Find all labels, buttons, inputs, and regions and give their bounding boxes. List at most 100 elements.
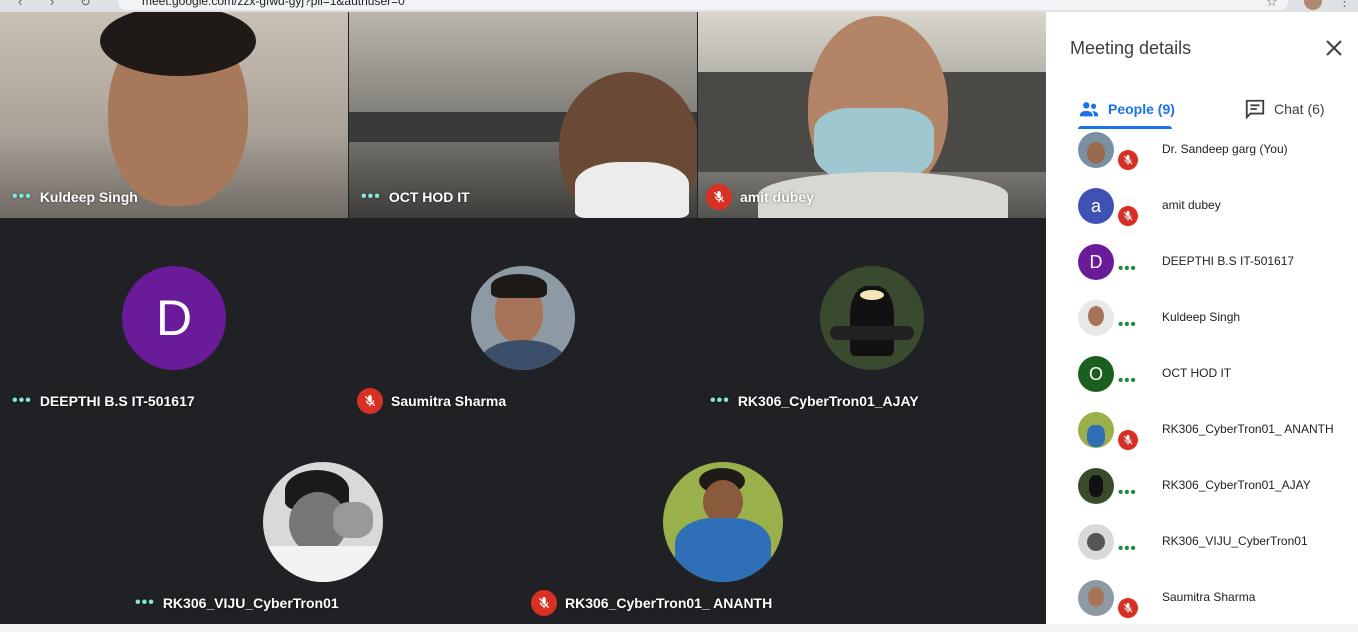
- list-item[interactable]: D ••• DEEPTHI B.S IT-501617: [1046, 244, 1358, 300]
- people-list: Dr. Sandeep garg (You) a amit dubey D ••…: [1046, 130, 1358, 624]
- tile-name-row: RK306_CyberTron01_ ANANTH: [531, 590, 772, 616]
- tab-people-label: People (9): [1108, 101, 1175, 117]
- avatar-initial: D: [1089, 251, 1103, 272]
- avatar-face: [1087, 142, 1105, 164]
- tile-name: DEEPTHI B.S IT-501617: [39, 393, 195, 409]
- audio-level-icon: •••: [1118, 484, 1137, 501]
- participant-name: RK306_CyberTron01_AJAY: [1162, 478, 1311, 492]
- active-tab-indicator: [1078, 126, 1172, 129]
- mic-off-icon: [706, 184, 732, 210]
- avatar-initial: O: [1088, 363, 1103, 384]
- tile-name: Saumitra Sharma: [391, 393, 507, 409]
- bottom-strip: [0, 624, 1358, 632]
- participant-name: Dr. Sandeep garg (You): [1162, 142, 1288, 156]
- avatar-hand: [333, 502, 373, 538]
- panel-title: Meeting details: [1070, 38, 1192, 58]
- participant-avatar: [1078, 468, 1114, 504]
- list-item[interactable]: a amit dubey: [1046, 188, 1358, 244]
- profile-avatar-icon[interactable]: [1304, 0, 1322, 10]
- audio-level-icon: •••: [135, 594, 155, 611]
- avatar-face: [1088, 306, 1104, 326]
- participant-avatar: O: [1078, 356, 1114, 392]
- video-grid: ••• Kuldeep Singh ••• OCT HOD IT amit du…: [0, 12, 1046, 624]
- avatar-shirt: [675, 518, 771, 582]
- tile-name: RK306_CyberTron01_ ANANTH: [565, 595, 773, 611]
- participant-avatar: [1078, 132, 1114, 168]
- participant-tile-viju[interactable]: ••• RK306_VIJU_CyberTron01: [123, 420, 523, 624]
- avatar-shirt: [1087, 425, 1105, 447]
- audio-level-icon: •••: [12, 188, 32, 205]
- close-icon[interactable]: [1322, 36, 1346, 60]
- participant-avatar: a: [1078, 188, 1114, 224]
- participant-tile-amit[interactable]: amit dubey: [698, 12, 1046, 218]
- tile-name-row: ••• RK306_CyberTron01_AJAY: [710, 392, 919, 410]
- participant-tile-deepthi[interactable]: D ••• DEEPTHI B.S IT-501617: [0, 218, 348, 420]
- list-item[interactable]: RK306_CyberTron01_ ANANTH: [1046, 412, 1358, 468]
- participant-tile-ajay[interactable]: ••• RK306_CyberTron01_AJAY: [698, 218, 1046, 420]
- participant-avatar: [820, 266, 924, 370]
- avatar-shirt: [263, 546, 383, 582]
- mic-off-icon: [531, 590, 557, 616]
- audio-level-icon: •••: [1118, 260, 1137, 277]
- participant-avatar: [1078, 524, 1114, 560]
- chat-icon: [1245, 99, 1265, 120]
- audio-level-icon: •••: [710, 392, 730, 409]
- participant-avatar: [1078, 412, 1114, 448]
- participant-tile-oct-hod[interactable]: ••• OCT HOD IT: [349, 12, 697, 218]
- tab-people[interactable]: People (9): [1078, 88, 1175, 130]
- bookmark-star-icon[interactable]: ☆: [1266, 0, 1278, 10]
- avatar-shirt: [481, 340, 565, 370]
- tile-name-row: ••• RK306_VIJU_CyberTron01: [135, 594, 339, 612]
- list-item[interactable]: O ••• OCT HOD IT: [1046, 356, 1358, 412]
- meeting-details-panel: Meeting details People (9) Chat (6) Dr. …: [1046, 12, 1358, 624]
- back-icon[interactable]: ‹: [18, 0, 22, 9]
- reload-icon[interactable]: ↻: [80, 0, 91, 10]
- tile-name-row: ••• DEEPTHI B.S IT-501617: [12, 392, 195, 410]
- list-item[interactable]: ••• RK306_VIJU_CyberTron01: [1046, 524, 1358, 580]
- audio-level-icon: •••: [1118, 316, 1137, 333]
- tile-name: RK306_CyberTron01_AJAY: [737, 393, 919, 409]
- participant-avatar: D: [122, 266, 226, 370]
- list-item[interactable]: Saumitra Sharma: [1046, 580, 1358, 624]
- tab-chat[interactable]: Chat (6): [1244, 88, 1325, 130]
- forward-icon[interactable]: ›: [50, 0, 54, 9]
- tab-chat-label: Chat (6): [1274, 101, 1325, 117]
- participant-tile-ananth[interactable]: RK306_CyberTron01_ ANANTH: [523, 420, 923, 624]
- address-bar[interactable]: meet.google.com/zzx-gfwd-gyj?pli=1&authu…: [118, 0, 1288, 10]
- participant-avatar: [1078, 300, 1114, 336]
- list-item[interactable]: ••• RK306_CyberTron01_AJAY: [1046, 468, 1358, 524]
- participant-name: Kuldeep Singh: [1162, 310, 1241, 324]
- tile-name: amit dubey: [740, 189, 814, 205]
- participant-name: DEEPTHI B.S IT-501617: [1162, 254, 1295, 268]
- avatar-face: [1088, 587, 1104, 607]
- participant-tile-kuldeep[interactable]: ••• Kuldeep Singh: [0, 12, 348, 218]
- tile-name: Kuldeep Singh: [39, 189, 138, 205]
- tile-name-row: ••• OCT HOD IT: [361, 188, 470, 206]
- tile-name-row: amit dubey: [706, 184, 814, 210]
- avatar-face: [1087, 533, 1105, 551]
- list-item[interactable]: ••• Kuldeep Singh: [1046, 300, 1358, 356]
- avatar-idol: [1089, 475, 1103, 497]
- tile-name: OCT HOD IT: [388, 189, 470, 205]
- mic-off-icon: [357, 388, 383, 414]
- participant-avatar: [263, 462, 383, 582]
- tile-name-row: Saumitra Sharma: [357, 388, 506, 414]
- avatar-hair: [491, 274, 547, 298]
- more-menu-icon[interactable]: ⋮: [1338, 0, 1351, 10]
- participant-name: RK306_VIJU_CyberTron01: [1162, 534, 1308, 548]
- participant-tile-saumitra[interactable]: Saumitra Sharma: [349, 218, 697, 420]
- mic-off-icon: [1116, 596, 1140, 620]
- audio-level-icon: •••: [361, 188, 381, 205]
- face-mask: [814, 108, 934, 182]
- list-item[interactable]: Dr. Sandeep garg (You): [1046, 132, 1358, 188]
- audio-level-icon: •••: [12, 392, 32, 409]
- people-icon: [1079, 102, 1099, 117]
- mic-off-icon: [1116, 148, 1140, 172]
- participant-avatar: D: [1078, 244, 1114, 280]
- mic-off-icon: [1116, 204, 1140, 228]
- tile-name: RK306_VIJU_CyberTron01: [162, 595, 339, 611]
- panel-tabs: People (9) Chat (6): [1046, 88, 1358, 130]
- audio-level-icon: •••: [1118, 372, 1137, 389]
- participant-avatar: [471, 266, 575, 370]
- participant-name: Saumitra Sharma: [1162, 590, 1256, 604]
